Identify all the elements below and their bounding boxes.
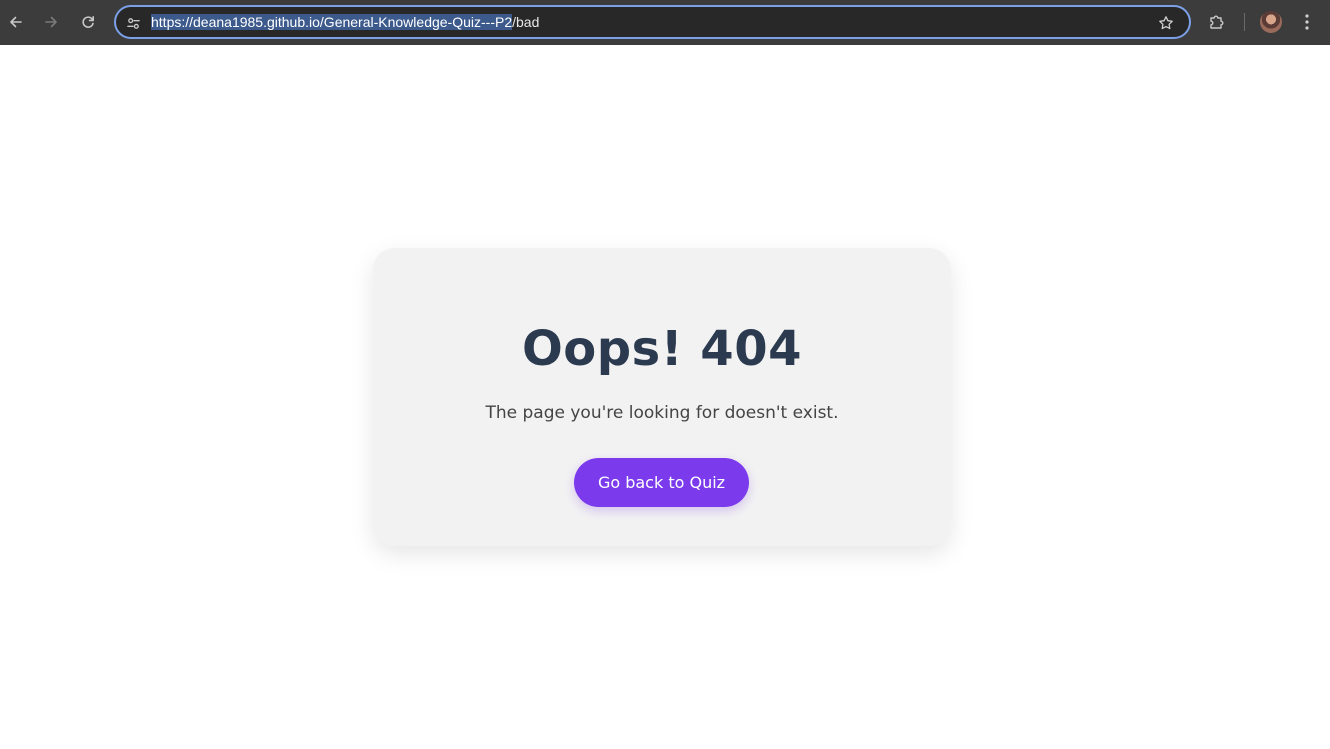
reload-button[interactable] [73, 7, 103, 37]
back-button[interactable] [1, 7, 31, 37]
go-back-to-quiz-button[interactable]: Go back to Quiz [574, 458, 749, 507]
error-message: The page you're looking for doesn't exis… [485, 403, 839, 423]
kebab-menu-icon[interactable] [1297, 11, 1317, 33]
forward-button[interactable] [36, 7, 66, 37]
reload-icon [82, 16, 94, 28]
url-selected-part: https://deana1985.github.io/General-Know… [151, 14, 513, 30]
profile-avatar[interactable] [1260, 11, 1282, 33]
toolbar-divider [1244, 13, 1245, 31]
page-title: Oops! 404 [521, 321, 802, 377]
error-card: Oops! 404 The page you're looking for do… [373, 248, 951, 546]
tune-icon[interactable] [123, 13, 143, 33]
browser-toolbar: https://deana1985.github.io/General-Know… [0, 0, 1330, 45]
arrow-left-icon [10, 16, 22, 28]
star-icon[interactable] [1156, 13, 1176, 33]
url-text[interactable]: https://deana1985.github.io/General-Know… [151, 14, 539, 31]
page-content: Oops! 404 The page you're looking for do… [0, 45, 1330, 749]
url-path-part: /bad [512, 14, 540, 30]
puzzle-icon[interactable] [1206, 11, 1228, 33]
arrow-right-icon [45, 16, 57, 28]
address-bar[interactable]: https://deana1985.github.io/General-Know… [114, 5, 1191, 39]
